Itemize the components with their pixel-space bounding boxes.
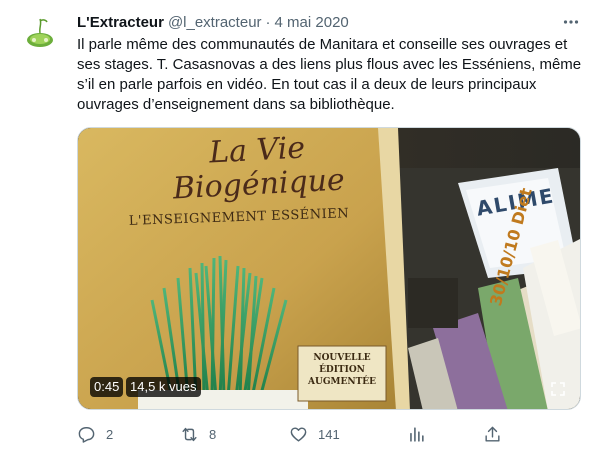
share-icon [485, 426, 500, 442]
retweet-count: 8 [209, 426, 217, 442]
tweet-text: Il parle même des communautés de Manitar… [77, 36, 582, 113]
reply-button[interactable]: 2 [77, 423, 113, 445]
fullscreen-button[interactable] [550, 381, 570, 401]
edition-stamp-line1: NOUVELLE [313, 353, 371, 363]
retweet-icon [182, 427, 197, 441]
reply-count: 2 [106, 426, 114, 442]
edition-stamp-line2: ÉDITION [319, 365, 365, 375]
analytics-button[interactable] [407, 423, 426, 445]
tweet-date[interactable]: 4 mai 2020 [275, 14, 349, 31]
avatar-image [20, 13, 60, 53]
tweet[interactable]: L'Extracteur @l_extracteur · 4 mai 2020 … [0, 0, 598, 455]
retweet-button[interactable]: 8 [180, 423, 216, 445]
tweet-header: L'Extracteur @l_extracteur · 4 mai 2020 [77, 12, 582, 32]
like-count: 141 [318, 426, 340, 442]
more-icon [563, 20, 579, 24]
heart-icon [290, 426, 307, 442]
analytics-icon [410, 426, 424, 442]
header-separator: · [265, 13, 271, 31]
book-title: La Vie Biogénique [146, 128, 369, 207]
reply-icon [78, 426, 95, 443]
more-options-button[interactable] [560, 12, 582, 32]
fullscreen-icon [551, 382, 565, 396]
author-name[interactable]: L'Extracteur [77, 14, 164, 31]
video-player[interactable]: La Vie Biogénique L'ENSEIGNEMENT ESSÉNIE… [77, 127, 581, 410]
video-duration: 0:45 [90, 377, 124, 397]
video-views: 14,5 k vues [126, 377, 201, 397]
edition-stamp-line3: AUGMENTÉE [308, 377, 376, 387]
author-handle[interactable]: @l_extracteur [168, 14, 262, 31]
avatar[interactable] [20, 13, 60, 53]
share-button[interactable] [483, 423, 502, 445]
like-button[interactable]: 141 [289, 423, 340, 445]
action-bar: 2 8 141 [77, 423, 502, 445]
edition-stamp: NOUVELLE ÉDITION AUGMENTÉE [299, 352, 385, 388]
